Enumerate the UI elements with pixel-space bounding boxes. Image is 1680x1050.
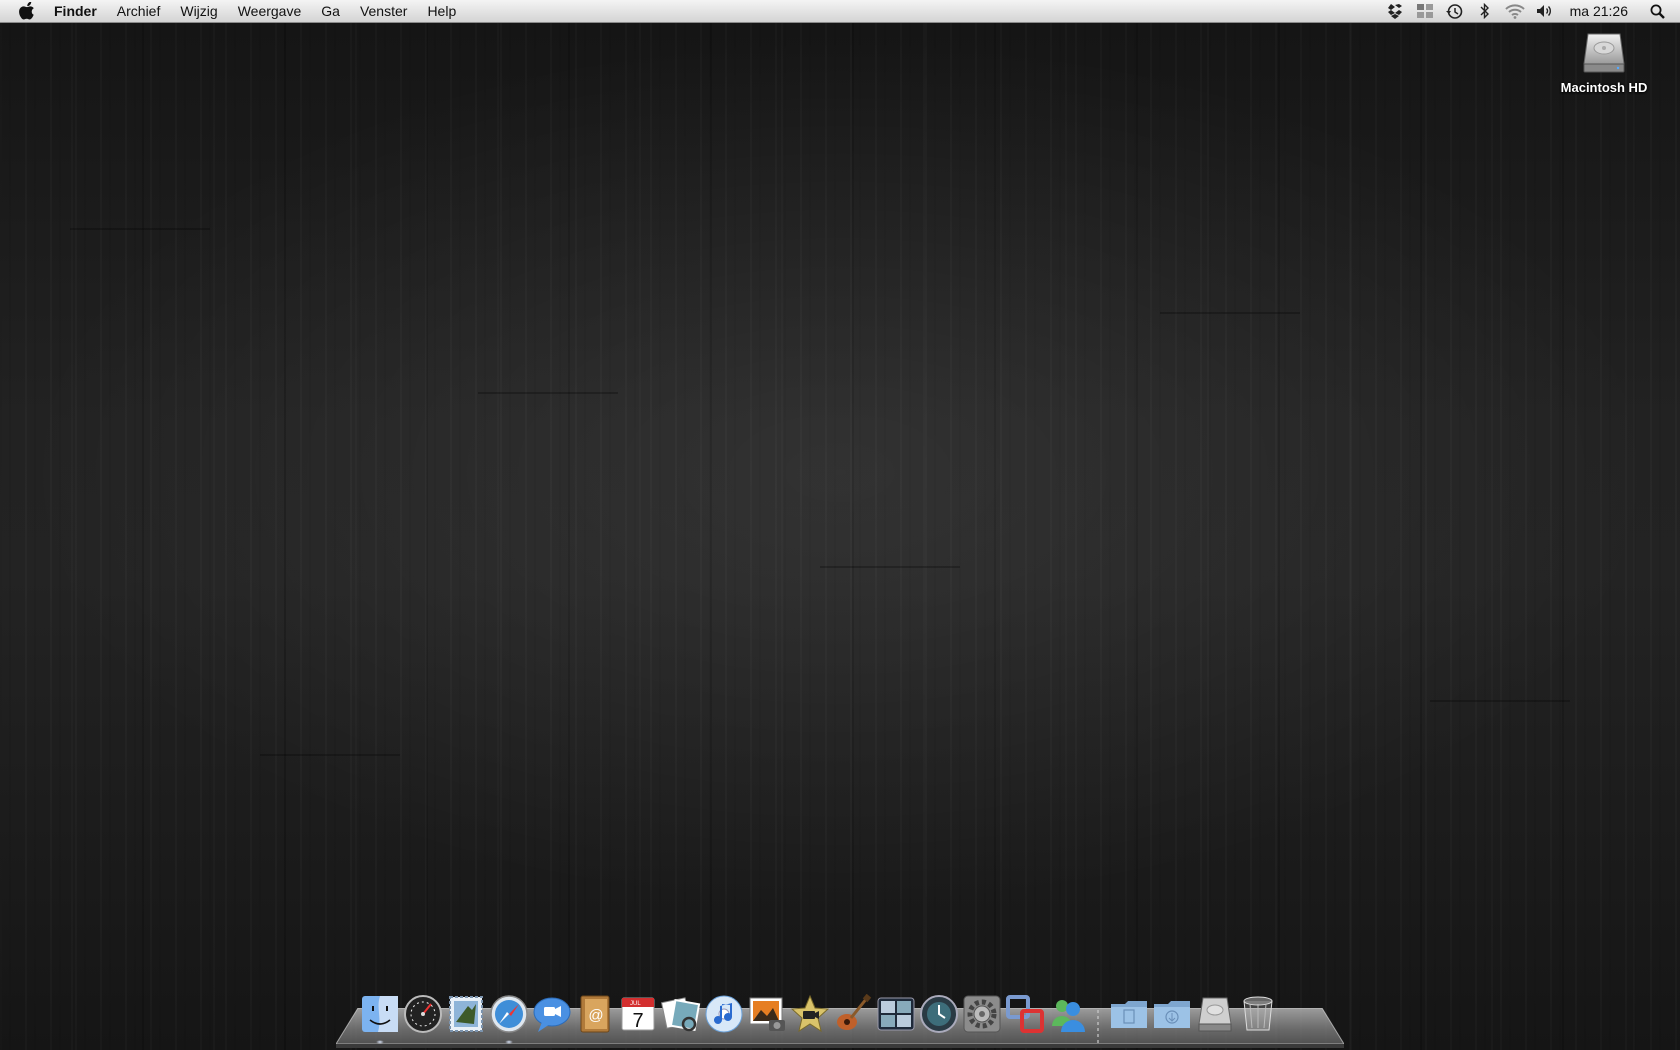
menu-bar: Finder Archief Wijzig Weergave Ga Venste… [0, 0, 1680, 23]
spotlight-search-icon[interactable] [1642, 0, 1672, 22]
spaces-app-icon [877, 997, 914, 1031]
spaces-icon[interactable] [1410, 0, 1440, 22]
desktop-icon-macintosh-hd[interactable]: Macintosh HD [1552, 28, 1656, 95]
preview-icon [660, 997, 700, 1032]
dock-finder[interactable] [358, 990, 401, 1044]
finder-icon [361, 996, 398, 1032]
dock-garageband[interactable] [831, 990, 874, 1038]
iphoto-icon [749, 997, 785, 1031]
desktop-icon-label: Macintosh HD [1560, 80, 1648, 95]
volume-icon[interactable] [1530, 0, 1560, 22]
menu-clock[interactable]: ma 21:26 [1560, 0, 1642, 22]
time-machine-icon[interactable] [1440, 0, 1470, 22]
address-book-icon: @ [580, 995, 609, 1033]
dock-spaces[interactable] [874, 990, 917, 1038]
dock-mail[interactable] [444, 990, 487, 1038]
dock: @ JUL 7 [358, 990, 1279, 1044]
downloads-folder-icon [1153, 1001, 1190, 1028]
menu-finder[interactable]: Finder [54, 0, 107, 22]
ical-day: 7 [632, 1010, 643, 1032]
messenger-icon [1051, 1000, 1085, 1032]
bluetooth-icon[interactable] [1470, 0, 1500, 22]
hard-drive-stack-icon [1197, 997, 1232, 1032]
wood-plank-seam [478, 392, 618, 394]
running-indicator [504, 1040, 513, 1044]
dock-trash[interactable] [1236, 990, 1279, 1038]
apple-icon[interactable] [16, 0, 38, 22]
dock-vmware[interactable] [1003, 990, 1046, 1038]
wood-plank-seam [1430, 700, 1570, 702]
dashboard-icon [403, 995, 442, 1033]
safari-icon [489, 995, 528, 1033]
dropbox-icon[interactable] [1380, 0, 1410, 22]
wood-plank-seam [820, 566, 960, 568]
dock-separator [1089, 990, 1107, 1044]
dock-preview[interactable] [659, 990, 702, 1038]
ical-icon: JUL 7 [621, 997, 654, 1032]
wood-plank-seam [70, 228, 210, 230]
documents-folder-icon [1110, 1001, 1147, 1028]
dock-iphoto[interactable] [745, 990, 788, 1038]
menu-archief[interactable]: Archief [107, 0, 171, 22]
running-indicator [375, 1040, 384, 1044]
vmware-icon [1005, 995, 1044, 1033]
trash-icon [1243, 996, 1272, 1031]
menu-extras: ma 21:26 [1380, 0, 1680, 22]
dock-dashboard[interactable] [401, 990, 444, 1038]
itunes-icon [705, 995, 742, 1033]
dock-time-machine[interactable] [917, 990, 960, 1038]
system-preferences-icon [963, 995, 1000, 1033]
wood-plank-seam [260, 754, 400, 756]
dock-imovie[interactable] [788, 990, 831, 1038]
dock-hard-drive-stack[interactable] [1193, 990, 1236, 1038]
dock-safari[interactable] [487, 990, 530, 1044]
dock-address-book[interactable]: @ [573, 990, 616, 1038]
imovie-icon [790, 994, 829, 1033]
menu-weergave[interactable]: Weergave [228, 0, 312, 22]
ical-month: JUL [630, 1001, 641, 1007]
menu-venster[interactable]: Venster [350, 0, 417, 22]
desktop-wallpaper [0, 0, 1680, 1050]
dock-ichat[interactable] [530, 990, 573, 1038]
menu-wijzig[interactable]: Wijzig [170, 0, 227, 22]
time-machine-app-icon [919, 995, 958, 1033]
svg-text:@: @ [588, 1007, 603, 1024]
wood-plank-seam [1160, 312, 1300, 314]
dock-ical[interactable]: JUL 7 [616, 990, 659, 1038]
dock-documents-stack[interactable] [1107, 990, 1150, 1038]
ichat-icon [533, 997, 570, 1032]
menu-ga[interactable]: Ga [311, 0, 350, 22]
mail-icon [448, 996, 483, 1032]
wifi-icon[interactable] [1500, 0, 1530, 22]
dock-downloads-stack[interactable] [1150, 990, 1193, 1038]
hard-drive-icon [1580, 28, 1628, 76]
menu-help[interactable]: Help [417, 0, 466, 22]
dock-system-preferences[interactable] [960, 990, 1003, 1038]
dock-messenger[interactable] [1046, 990, 1089, 1038]
garageband-icon [836, 994, 871, 1030]
dock-itunes[interactable] [702, 990, 745, 1038]
